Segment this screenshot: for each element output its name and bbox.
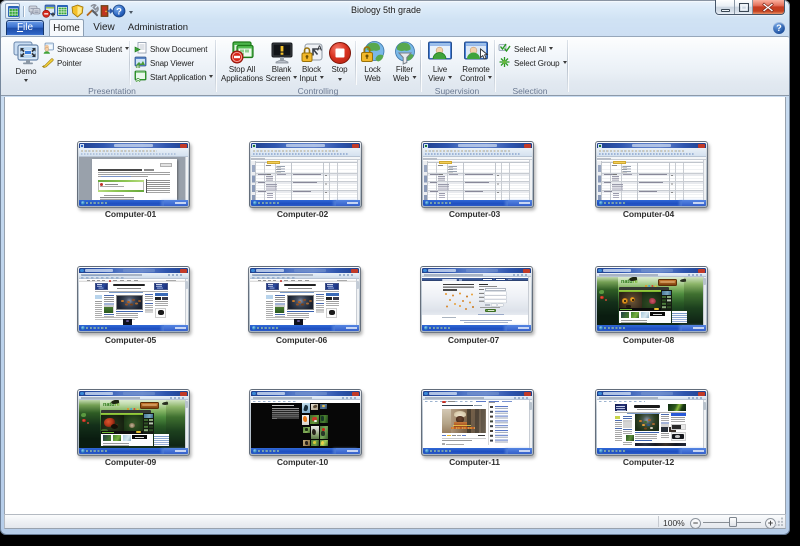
svg-text:?: ? <box>116 6 122 17</box>
svg-text:A: A <box>317 46 322 53</box>
